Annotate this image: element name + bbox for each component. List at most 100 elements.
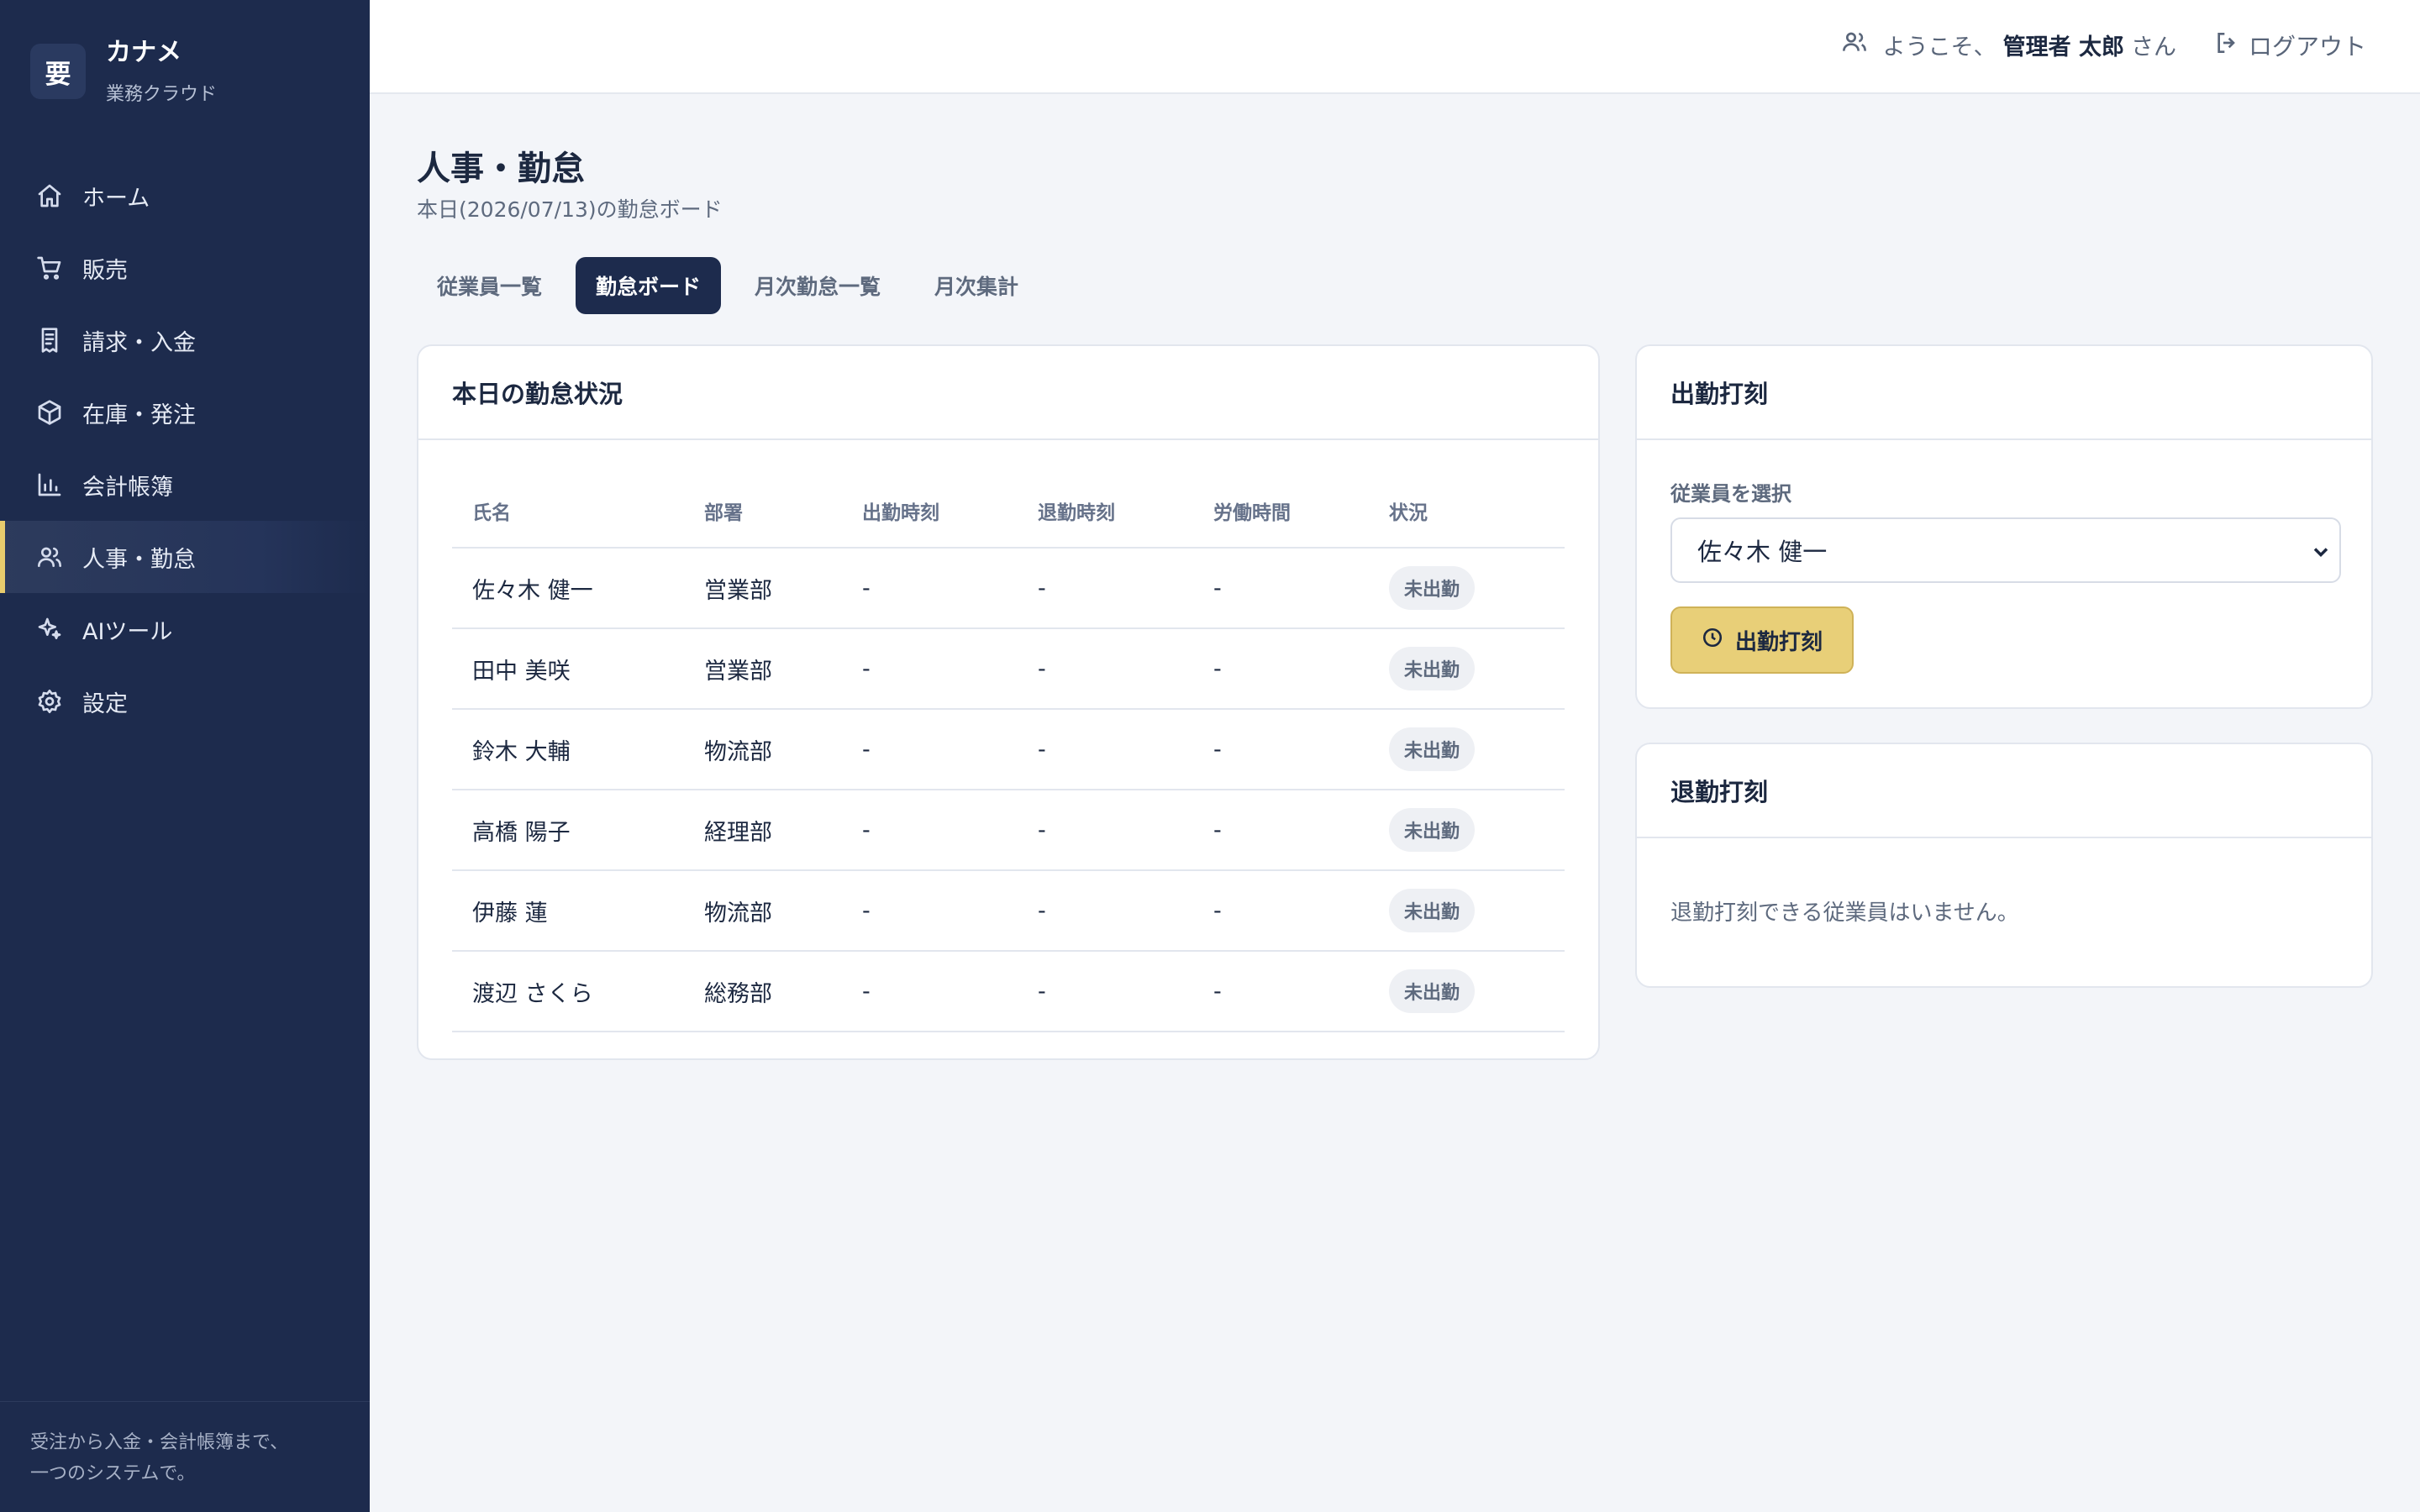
brand-subtitle: 業務クラウド (106, 84, 218, 105)
tab-attendance-board[interactable]: 勤怠ボード (576, 257, 722, 314)
table-row: 田中 美咲 営業部 - - - 未出勤 (452, 628, 1565, 710)
card-title: 本日の勤怠状況 (418, 346, 1598, 440)
sidebar-item-ledger[interactable]: 会計帳簿 (0, 449, 370, 521)
chevron-down-icon (2309, 540, 2333, 564)
department: 営業部 (684, 548, 842, 629)
status-badge: 未出勤 (1389, 566, 1476, 610)
sidebar-footer-line: 受注から入金・会計帳簿まで、 (30, 1432, 289, 1453)
attendance-status-card: 本日の勤怠状況 氏名 部署 出勤時刻 退勤時刻 労働時間 状況 佐々木 健一 営… (417, 344, 1600, 1060)
work-hours: - (1193, 870, 1369, 952)
sidebar-item-billing[interactable]: 請求・入金 (0, 304, 370, 376)
column-header: 状況 (1369, 474, 1565, 549)
table-row: 高橋 陽子 経理部 - - - 未出勤 (452, 790, 1565, 871)
clock-in-time: - (842, 790, 1018, 871)
column-header: 労働時間 (1193, 474, 1369, 549)
bar-chart-icon (35, 470, 64, 499)
table-row: 鈴木 大輔 物流部 - - - 未出勤 (452, 709, 1565, 790)
empty-message: 退勤打刻できる従業員はいません。 (1670, 900, 2019, 926)
clock-in-time: - (842, 628, 1018, 710)
welcome-suffix: さん (2131, 34, 2176, 60)
clock-in-button-label: 出勤打刻 (1734, 629, 1823, 655)
clock-out-time: - (1018, 548, 1193, 629)
department: 物流部 (684, 870, 842, 952)
clock-in-time: - (842, 709, 1018, 790)
status-badge: 未出勤 (1389, 808, 1476, 852)
clock-out-time: - (1018, 709, 1193, 790)
welcome-prefix: ようこそ、 (1882, 34, 1996, 60)
tab-bar: 従業員一覧 勤怠ボード 月次勤怠一覧 月次集計 (417, 257, 1052, 314)
sidebar-item-settings[interactable]: 設定 (0, 665, 370, 738)
employee-name: 高橋 陽子 (452, 790, 684, 871)
work-hours: - (1193, 548, 1369, 629)
cart-icon (35, 254, 64, 282)
users-icon (35, 543, 64, 571)
sidebar-item-label: 設定 (82, 690, 128, 717)
employee-name: 佐々木 健一 (452, 548, 684, 629)
employee-select[interactable]: 佐々木 健一 (1670, 517, 2341, 583)
clock-out-card: 退勤打刻 退勤打刻できる従業員はいません。 (1635, 743, 2373, 988)
work-hours: - (1193, 709, 1369, 790)
employee-name: 渡辺 さくら (452, 951, 684, 1032)
clock-out-time: - (1018, 870, 1193, 952)
sidebar-item-home[interactable]: ホーム (0, 160, 370, 232)
sidebar: 要 カナメ 業務クラウド ホーム 販売 請求・入金 在庫・発注 会計帳簿 人事・… (0, 0, 370, 1512)
sidebar-item-label: ホーム (82, 185, 150, 212)
home-icon (35, 181, 64, 210)
department: 経理部 (684, 790, 842, 871)
sidebar-item-label: AIツール (82, 618, 173, 645)
clock-in-time: - (842, 548, 1018, 629)
sidebar-item-ai-tools[interactable]: AIツール (0, 593, 370, 665)
brand[interactable]: 要 カナメ 業務クラウド (30, 35, 217, 106)
table-row: 伊藤 蓮 物流部 - - - 未出勤 (452, 870, 1565, 952)
status-badge: 未出勤 (1389, 727, 1476, 771)
user-name: 管理者 太郎 (2002, 34, 2124, 60)
department: 総務部 (684, 951, 842, 1032)
status-badge: 未出勤 (1389, 969, 1476, 1013)
employee-name: 伊藤 蓮 (452, 870, 684, 952)
sidebar-item-label: 人事・勤怠 (82, 546, 196, 573)
sidebar-item-sales[interactable]: 販売 (0, 232, 370, 304)
page-subtitle: 本日(2026/07/13)の勤怠ボード (417, 197, 723, 222)
brand-logo: 要 (30, 44, 86, 99)
top-bar: ようこそ、 管理者 太郎 さん ログアウト (370, 0, 2420, 94)
sidebar-nav: ホーム 販売 請求・入金 在庫・発注 会計帳簿 人事・勤怠 AIツール 設定 (0, 160, 370, 738)
sparkles-icon (35, 615, 64, 643)
work-hours: - (1193, 628, 1369, 710)
clock-in-button[interactable]: 出勤打刻 (1670, 606, 1854, 674)
tab-employee-list[interactable]: 従業員一覧 (417, 257, 562, 314)
status-badge: 未出勤 (1389, 889, 1476, 932)
clock-in-time: - (842, 870, 1018, 952)
tab-monthly-attendance[interactable]: 月次勤怠一覧 (734, 257, 901, 314)
column-header: 退勤時刻 (1018, 474, 1193, 549)
sidebar-item-label: 請求・入金 (82, 329, 196, 356)
sidebar-item-inventory[interactable]: 在庫・発注 (0, 376, 370, 449)
employee-name: 鈴木 大輔 (452, 709, 684, 790)
clock-out-time: - (1018, 951, 1193, 1032)
tab-monthly-summary[interactable]: 月次集計 (914, 257, 1039, 314)
table-row: 佐々木 健一 営業部 - - - 未出勤 (452, 548, 1565, 629)
welcome-message: ようこそ、 管理者 太郎 さん (1841, 29, 2176, 61)
clock-out-time: - (1018, 628, 1193, 710)
sidebar-footer-line: 一つのシステムで。 (30, 1463, 196, 1484)
work-hours: - (1193, 951, 1369, 1032)
table-row: 渡辺 さくら 総務部 - - - 未出勤 (452, 951, 1565, 1032)
column-header: 部署 (684, 474, 842, 549)
table-header-row: 氏名 部署 出勤時刻 退勤時刻 労働時間 状況 (452, 474, 1565, 549)
gear-icon (35, 687, 64, 716)
sidebar-item-hr[interactable]: 人事・勤怠 (0, 521, 370, 593)
card-title: 出勤打刻 (1637, 346, 2371, 440)
sidebar-item-label: 販売 (82, 257, 128, 284)
sidebar-footer: 受注から入金・会計帳簿まで、 一つのシステムで。 (0, 1401, 370, 1512)
box-icon (35, 398, 64, 427)
user-icon (1841, 29, 1883, 61)
logout-icon (2213, 29, 2249, 62)
receipt-icon (35, 326, 64, 354)
sidebar-item-label: 会計帳簿 (82, 474, 173, 501)
employee-select-label: 従業員を選択 (1670, 482, 1791, 506)
status-badge: 未出勤 (1389, 647, 1476, 690)
column-header: 氏名 (452, 474, 684, 549)
employee-name: 田中 美咲 (452, 628, 684, 710)
logout-button[interactable]: ログアウト (2213, 29, 2366, 62)
clock-in-card: 出勤打刻 従業員を選択 佐々木 健一 出勤打刻 (1635, 344, 2373, 709)
column-header: 出勤時刻 (842, 474, 1018, 549)
